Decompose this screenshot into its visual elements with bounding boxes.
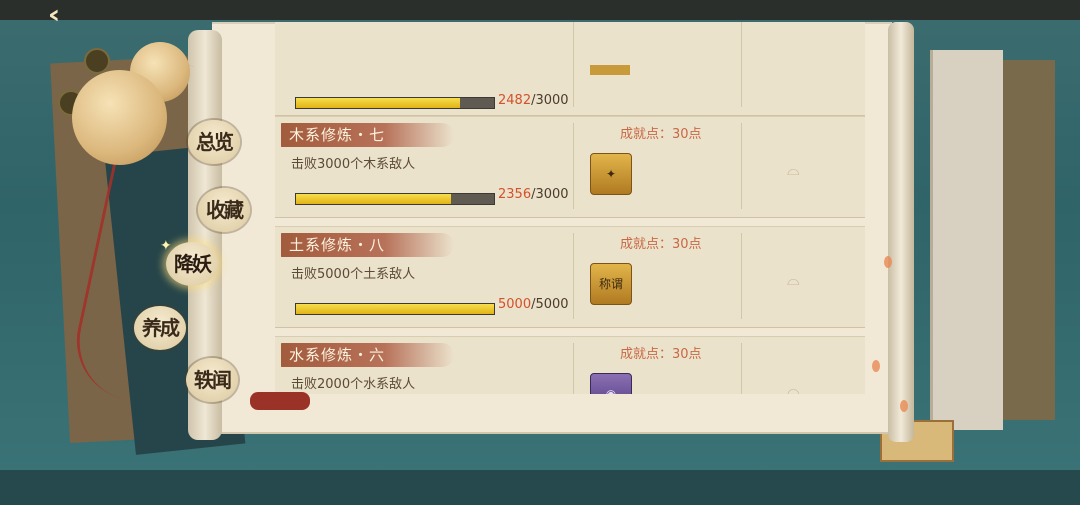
bottom-band xyxy=(0,470,1080,505)
nav-item-collection[interactable]: 收藏 xyxy=(198,188,250,232)
progress-fill xyxy=(296,98,460,108)
achievement-desc: 击败3000个木系敌人 xyxy=(291,157,416,172)
divider xyxy=(573,233,574,319)
divider xyxy=(741,123,742,209)
achievement-name: 水系修炼・六 xyxy=(281,343,454,367)
achievement-desc: 击败5000个土系敌人 xyxy=(291,267,416,282)
purple-orb-icon[interactable]: ◉ xyxy=(590,373,632,394)
nav-item-anecdotes[interactable]: 轶闻 xyxy=(186,358,238,402)
progress-text: 5000/5000 xyxy=(498,297,569,312)
divider xyxy=(741,343,742,394)
achievement-desc: 击败2000个水系敌人 xyxy=(291,377,416,392)
claim-icon[interactable]: ⌓ xyxy=(787,382,809,395)
achievement-card: 水系修炼・六 击败2000个水系敌人 成就点：30点 ◉ ⌓ xyxy=(275,336,865,394)
reward-label: 成就点：30点 xyxy=(620,127,702,142)
progress-fill xyxy=(296,304,494,314)
reward-item-icon[interactable] xyxy=(590,65,630,75)
divider xyxy=(573,343,574,394)
achievement-name: 土系修炼・八 xyxy=(281,233,454,257)
petal-decoration xyxy=(900,400,908,412)
petal-decoration xyxy=(872,360,880,372)
back-button[interactable]: ‹ xyxy=(48,2,96,30)
progress-fill xyxy=(296,194,452,204)
achievement-card: 木系修炼・七 击败3000个木系敌人 2356/3000 成就点：30点 ✦ ⌓ xyxy=(275,116,865,218)
claim-icon[interactable]: ⌓ xyxy=(787,272,809,288)
top-bar xyxy=(0,0,1080,20)
petal-decoration xyxy=(884,256,892,268)
divider xyxy=(741,22,742,107)
tassel-decoration xyxy=(250,392,310,410)
progress-text: 2356/3000 xyxy=(498,187,569,202)
reward-label: 成就点：30点 xyxy=(620,347,702,362)
green-gem-cage-icon[interactable]: ✦ xyxy=(590,153,632,195)
progress-bar xyxy=(295,193,495,205)
achievement-list[interactable]: 2482/3000 木系修炼・七 击败3000个木系敌人 2356/3000 成… xyxy=(275,22,865,394)
coin-icon xyxy=(84,48,110,74)
title-scroll-icon[interactable]: 称谓 xyxy=(590,263,632,305)
progress-text: 2482/3000 xyxy=(498,93,569,108)
nav-item-demon-slaying[interactable]: 降妖 xyxy=(166,242,218,286)
achievement-card: 2482/3000 xyxy=(275,22,865,116)
nav-item-overview[interactable]: 总览 xyxy=(188,120,240,164)
divider xyxy=(573,123,574,209)
divider xyxy=(741,233,742,319)
progress-bar xyxy=(295,97,495,109)
claim-icon[interactable]: ⌓ xyxy=(787,162,809,178)
gourd-icon xyxy=(72,70,167,165)
achievement-card: 土系修炼・八 击败5000个土系敌人 5000/5000 成就点：30点 称谓 … xyxy=(275,226,865,328)
sparkle-icon: ✦ xyxy=(160,238,172,254)
achievement-name: 木系修炼・七 xyxy=(281,123,454,147)
progress-bar xyxy=(295,303,495,315)
nav-item-cultivation[interactable]: 养成 xyxy=(134,306,186,350)
reward-label: 成就点：30点 xyxy=(620,237,702,252)
divider xyxy=(573,22,574,107)
painting-decoration xyxy=(930,50,1003,430)
back-arrow-icon: ‹ xyxy=(47,0,61,30)
scroll-roller-right xyxy=(888,22,914,442)
